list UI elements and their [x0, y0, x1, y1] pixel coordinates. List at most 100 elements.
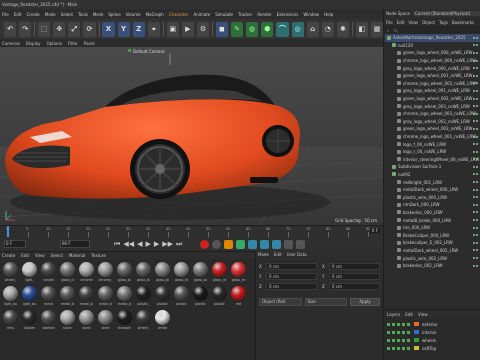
object-tree-row[interactable]: green_logo_wheel_003_nsWE_LRW: [385, 125, 480, 133]
material-swatch[interactable]: wheel_: [135, 310, 152, 333]
visibility-dots-icon[interactable]: [473, 234, 478, 237]
object-tree-row[interactable]: chrome_logo_wheel_002_nsWE_LRW: [385, 80, 480, 88]
material-swatch[interactable]: carpet: [40, 262, 57, 285]
visibility-dots-icon[interactable]: [473, 181, 478, 184]
scene-icon[interactable]: ⌂: [306, 21, 319, 37]
object-tree-row[interactable]: null120: [385, 42, 480, 50]
viewport-menu-panel[interactable]: Panel: [84, 41, 95, 46]
record-icon[interactable]: [200, 239, 210, 249]
light-icon[interactable]: ✺: [336, 21, 349, 37]
material-swatch[interactable]: red: [230, 286, 247, 309]
menu-item-file[interactable]: File: [2, 12, 9, 17]
material-swatch[interactable]: seatbel: [40, 310, 57, 333]
object-tree-row[interactable]: brakecaliper_E_002_LRW: [385, 239, 480, 247]
size-mode-select[interactable]: Size: [304, 298, 347, 306]
last-frame-icon[interactable]: ⏭: [176, 240, 182, 249]
visibility-dots-icon[interactable]: [473, 173, 478, 176]
next-frame-icon[interactable]: ▶: [154, 240, 159, 249]
material-menu-edit[interactable]: Edit: [21, 253, 29, 258]
layer-toggle-icon[interactable]: [397, 330, 400, 334]
object-tree-row[interactable]: redbright_001_LRW: [385, 178, 480, 186]
visibility-dots-icon[interactable]: [473, 135, 478, 138]
object-tree-row[interactable]: rimDark_000_LRW: [385, 201, 480, 209]
material-menu-texture[interactable]: Texture: [91, 253, 106, 258]
playhead[interactable]: [7, 226, 9, 237]
viewport-menu-options[interactable]: Options: [47, 41, 62, 46]
material-swatch[interactable]: light_bu: [21, 286, 38, 309]
object-tree-row[interactable]: BrakeCaliper_000_LRW: [385, 231, 480, 239]
rotation-key-icon[interactable]: [272, 239, 282, 249]
menu-item-animate[interactable]: Animate: [194, 12, 211, 17]
visibility-dots-icon[interactable]: [473, 264, 478, 267]
coord-value[interactable]: 0 cm: [266, 262, 317, 270]
menu-item-mesh[interactable]: Mesh: [93, 12, 104, 17]
field-icon[interactable]: ◎: [291, 21, 304, 37]
cube-icon[interactable]: ◼: [215, 21, 228, 37]
object-tree-row[interactable]: Subdivision Surface.1: [385, 163, 480, 171]
search-icon[interactable]: 🔍︎: [393, 28, 398, 33]
pen-spline-icon[interactable]: ✎: [231, 21, 244, 37]
layer-toggle-icon[interactable]: [387, 322, 390, 326]
object-tree-row[interactable]: AstonMartinVantage_Roadster_2025: [385, 34, 480, 42]
object-tree-row[interactable]: grey_logo_wheel_001_nsWE_LRW: [385, 87, 480, 95]
layer-toggle-icon[interactable]: [402, 346, 405, 350]
coord-menu-user-data[interactable]: User Data: [287, 252, 307, 257]
render-view-icon[interactable]: ▣: [166, 21, 179, 37]
visibility-dots-icon[interactable]: [473, 127, 478, 130]
viewport-menu-display[interactable]: Display: [26, 41, 41, 46]
material-swatch[interactable]: glass_bl: [173, 262, 190, 285]
material-menu-material[interactable]: Material: [69, 253, 85, 258]
start-frame-field[interactable]: 0 F: [4, 240, 26, 248]
position-key-icon[interactable]: [248, 239, 258, 249]
first-frame-icon[interactable]: ⏮: [114, 240, 120, 249]
move-icon[interactable]: ✥: [53, 21, 66, 37]
visibility-dots-icon[interactable]: [473, 97, 478, 100]
layer-toggle-icon[interactable]: [397, 338, 400, 342]
keyframe-selection-icon[interactable]: [236, 239, 246, 249]
layer-menu-view[interactable]: View: [418, 312, 428, 317]
visibility-dots-icon[interactable]: [473, 120, 478, 123]
object-menu-edit[interactable]: Edit: [397, 20, 405, 25]
param-key-icon[interactable]: [284, 239, 294, 249]
generator-icon[interactable]: ◍: [246, 21, 259, 37]
layer-toggle-icon[interactable]: [407, 346, 410, 350]
layer-toggle-icon[interactable]: [402, 322, 405, 326]
visibility-dots-icon[interactable]: [473, 226, 478, 229]
object-tree-row[interactable]: grey_logo_wheel_000_nsWE_LRW: [385, 64, 480, 72]
material-swatch[interactable]: wheel_: [2, 262, 19, 285]
layer-toggle-icon[interactable]: [392, 330, 395, 334]
material-swatch[interactable]: glass_re: [230, 262, 247, 285]
render-settings-icon[interactable]: ⚙: [196, 21, 210, 37]
visibility-dots-icon[interactable]: [473, 150, 478, 153]
object-tree-row[interactable]: grey_logo_wheel_003_nsWE_LRW: [385, 102, 480, 110]
viewport-menu-filter[interactable]: Filter: [68, 41, 78, 46]
undo-icon[interactable]: ↶: [4, 21, 17, 37]
material-swatch[interactable]: mesh: [40, 286, 57, 309]
menu-item-simulate[interactable]: Simulate: [215, 12, 233, 17]
visibility-dots-icon[interactable]: [473, 203, 478, 206]
camera-icon[interactable]: ◔: [321, 21, 334, 37]
material-swatch[interactable]: glass_bl: [116, 262, 133, 285]
object-tree-row[interactable]: interior_steeringWheel_00_nsWE_LRW: [385, 156, 480, 164]
material-swatch[interactable]: white: [154, 310, 171, 333]
material-swatch[interactable]: light_: [21, 262, 38, 285]
coordinate-mode-select[interactable]: Object (Rel): [259, 298, 302, 306]
axis-x-button[interactable]: X: [102, 21, 115, 37]
layer-row[interactable]: wheels: [387, 336, 477, 344]
material-menu-view[interactable]: View: [35, 253, 45, 258]
deformer-icon[interactable]: ⌒: [276, 21, 289, 37]
prev-frame-icon[interactable]: ◀: [137, 240, 142, 249]
menu-item-mode[interactable]: Mode: [45, 12, 56, 17]
material-swatch[interactable]: glass_bl: [135, 262, 152, 285]
visibility-dots-icon[interactable]: [473, 59, 478, 62]
visibility-dots-icon[interactable]: [473, 89, 478, 92]
visibility-dots-icon[interactable]: [473, 82, 478, 85]
object-tree-row[interactable]: chrome_logo_wheel_001_nsWE_LRW: [385, 133, 480, 141]
visibility-dots-icon[interactable]: [473, 241, 478, 244]
object-tree-row[interactable]: tire_000_LRW: [385, 224, 480, 232]
end-frame-field[interactable]: 90 F: [60, 240, 90, 248]
material-swatch[interactable]: glass_re: [211, 262, 228, 285]
object-tree-row[interactable]: metalDark_wheel_000_LRW: [385, 186, 480, 194]
layer-toggle-icon[interactable]: [387, 330, 390, 334]
visibility-dots-icon[interactable]: [473, 257, 478, 260]
